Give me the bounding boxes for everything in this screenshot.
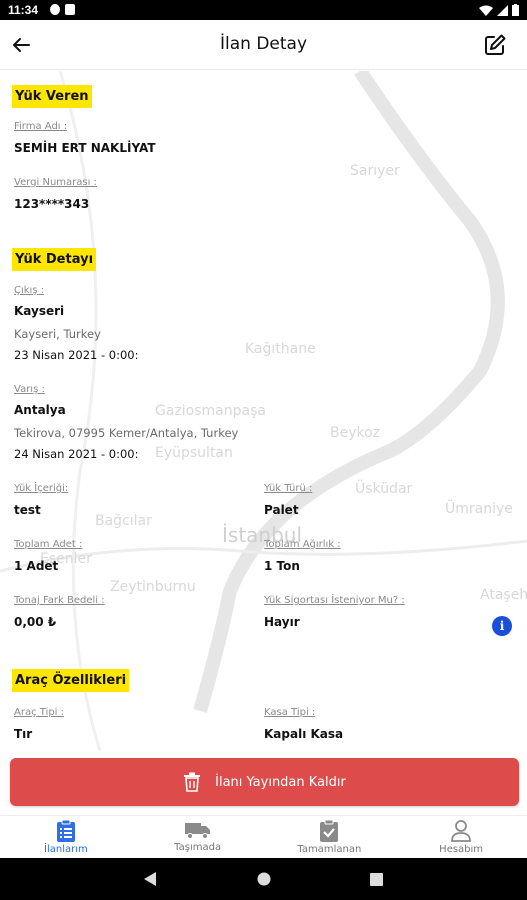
battery-icon [512,4,519,16]
status-indicators [479,4,519,16]
clipboard-check-icon [320,820,339,842]
nav-label: Taşımada [174,842,222,853]
nav-tasimada[interactable]: Taşımada [132,816,264,858]
cikis-label: Çıkış : [14,285,45,296]
map-label: Ataşehir [480,587,527,603]
firma-value: SEMİH ERT NAKLİYAT [14,141,156,155]
vergi-value: 123****343 [14,197,90,211]
bottom-nav: İlanlarım Taşımada Tamamlanan Hesabım [0,815,527,858]
firma-label: Firma Adı : [14,121,68,132]
section-title-yuk-veren: Yük Veren [12,85,92,108]
remove-listing-label: İlanı Yayından Kaldır [215,774,346,790]
home-circle-icon[interactable] [257,872,271,886]
vergi-label: Vergi Numarası : [14,177,97,188]
status-bar: 11:34 [0,0,527,20]
page-title: İlan Detay [219,34,308,54]
agirlik-label: Toplam Ağırlık : [264,539,341,550]
background-map: Sarıyer Kağıthane Gaziosmanpaşa Eyüpsult… [0,71,527,751]
nav-ilanlarim[interactable]: İlanlarım [0,816,132,858]
nav-tamamlanan[interactable]: Tamamlanan [264,816,396,858]
clipboard-list-icon [56,820,75,842]
recents-square-icon[interactable] [370,873,383,886]
map-label: Sarıyer [350,163,400,179]
adet-label: Toplam Adet : [14,539,83,550]
kasa-tip-value: Kapalı Kasa [264,727,344,741]
tonaj-label: Tonaj Fark Bedeli : [14,595,105,606]
signal-icon [497,4,508,16]
section-title-arac: Araç Özellikleri [12,669,130,692]
icerik-value: test [14,503,41,517]
system-nav-bar [0,858,527,900]
agirlik-value: 1 Ton [264,559,300,573]
map-label: Ümraniye [445,501,513,517]
cikis-address: Kayseri, Turkey [14,327,101,341]
map-label: Kağıthane [245,341,316,357]
arac-tip-value: Tır [14,727,33,741]
remove-listing-button[interactable]: İlanı Yayından Kaldır [10,758,519,806]
truck-icon [184,823,210,839]
map-label: Eyüpsultan [155,445,233,461]
notification-icon [65,4,75,15]
tonaj-value: 0,00 ₺ [14,615,57,629]
tur-value: Palet [264,503,299,517]
nav-hesabim[interactable]: Hesabım [395,816,527,858]
back-triangle-icon[interactable] [144,872,158,886]
varis-address: Tekirova, 07995 Kemer/Antalya, Turkey [14,426,239,440]
map-label: Zeytinburnu [110,579,196,595]
map-label: Gaziosmanpaşa [155,403,266,419]
kasa-tip-label: Kasa Tipi : [264,707,316,718]
nav-label: Tamamlanan [297,844,362,855]
edit-icon[interactable] [483,33,507,57]
tur-label: Yük Türü : [264,483,313,494]
sigorta-label: Yük Sigortası İsteniyor Mu? : [264,595,405,606]
varis-date: 24 Nisan 2021 - 0:00: [14,447,139,461]
notification-icons [50,4,75,15]
nav-label: Hesabım [439,844,484,855]
map-label: Beykoz [330,425,381,441]
section-title-yuk-detayi: Yük Detayı [12,248,97,271]
app-bar: İlan Detay [0,20,527,70]
detail-content[interactable]: Sarıyer Kağıthane Gaziosmanpaşa Eyüpsult… [0,71,527,751]
status-time: 11:34 [8,3,39,17]
adet-value: 1 Adet [14,559,59,573]
nav-label: İlanlarım [44,844,88,855]
sigorta-value: Hayır [264,615,300,629]
notification-icon [50,4,60,15]
cikis-date: 23 Nisan 2021 - 0:00: [14,348,139,362]
map-label: Üsküdar [355,481,413,497]
varis-label: Varış : [14,384,45,395]
cikis-city: Kayseri [14,304,65,318]
map-label: Bağcılar [95,513,152,529]
wifi-icon [479,5,493,16]
trash-icon [184,772,201,792]
user-icon [451,820,472,842]
icerik-label: Yük İçeriği: [14,483,69,494]
varis-city: Antalya [14,403,66,417]
arac-tip-label: Araç Tipi : [14,707,65,718]
info-icon[interactable]: i [492,616,512,636]
